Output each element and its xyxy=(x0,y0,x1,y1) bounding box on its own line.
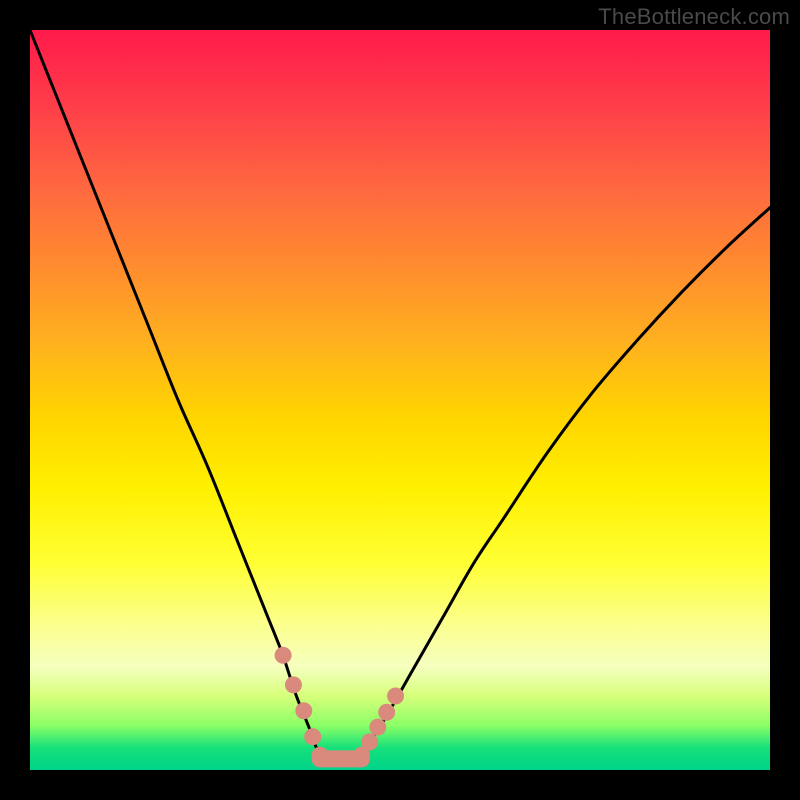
curve-svg xyxy=(30,30,770,770)
watermark-text: TheBottleneck.com xyxy=(598,4,790,30)
marker-right-3 xyxy=(378,704,395,721)
marker-right-4 xyxy=(387,688,404,705)
marker-left-3 xyxy=(304,728,321,745)
marker-left-0 xyxy=(275,647,292,664)
curve-path xyxy=(30,30,770,763)
bottleneck-curve xyxy=(30,30,770,763)
optimum-markers xyxy=(275,647,404,764)
marker-right-1 xyxy=(361,733,378,750)
plot-area xyxy=(30,30,770,770)
marker-left-2 xyxy=(295,702,312,719)
chart-container: TheBottleneck.com xyxy=(0,0,800,800)
marker-right-2 xyxy=(369,719,386,736)
marker-left-1 xyxy=(285,676,302,693)
